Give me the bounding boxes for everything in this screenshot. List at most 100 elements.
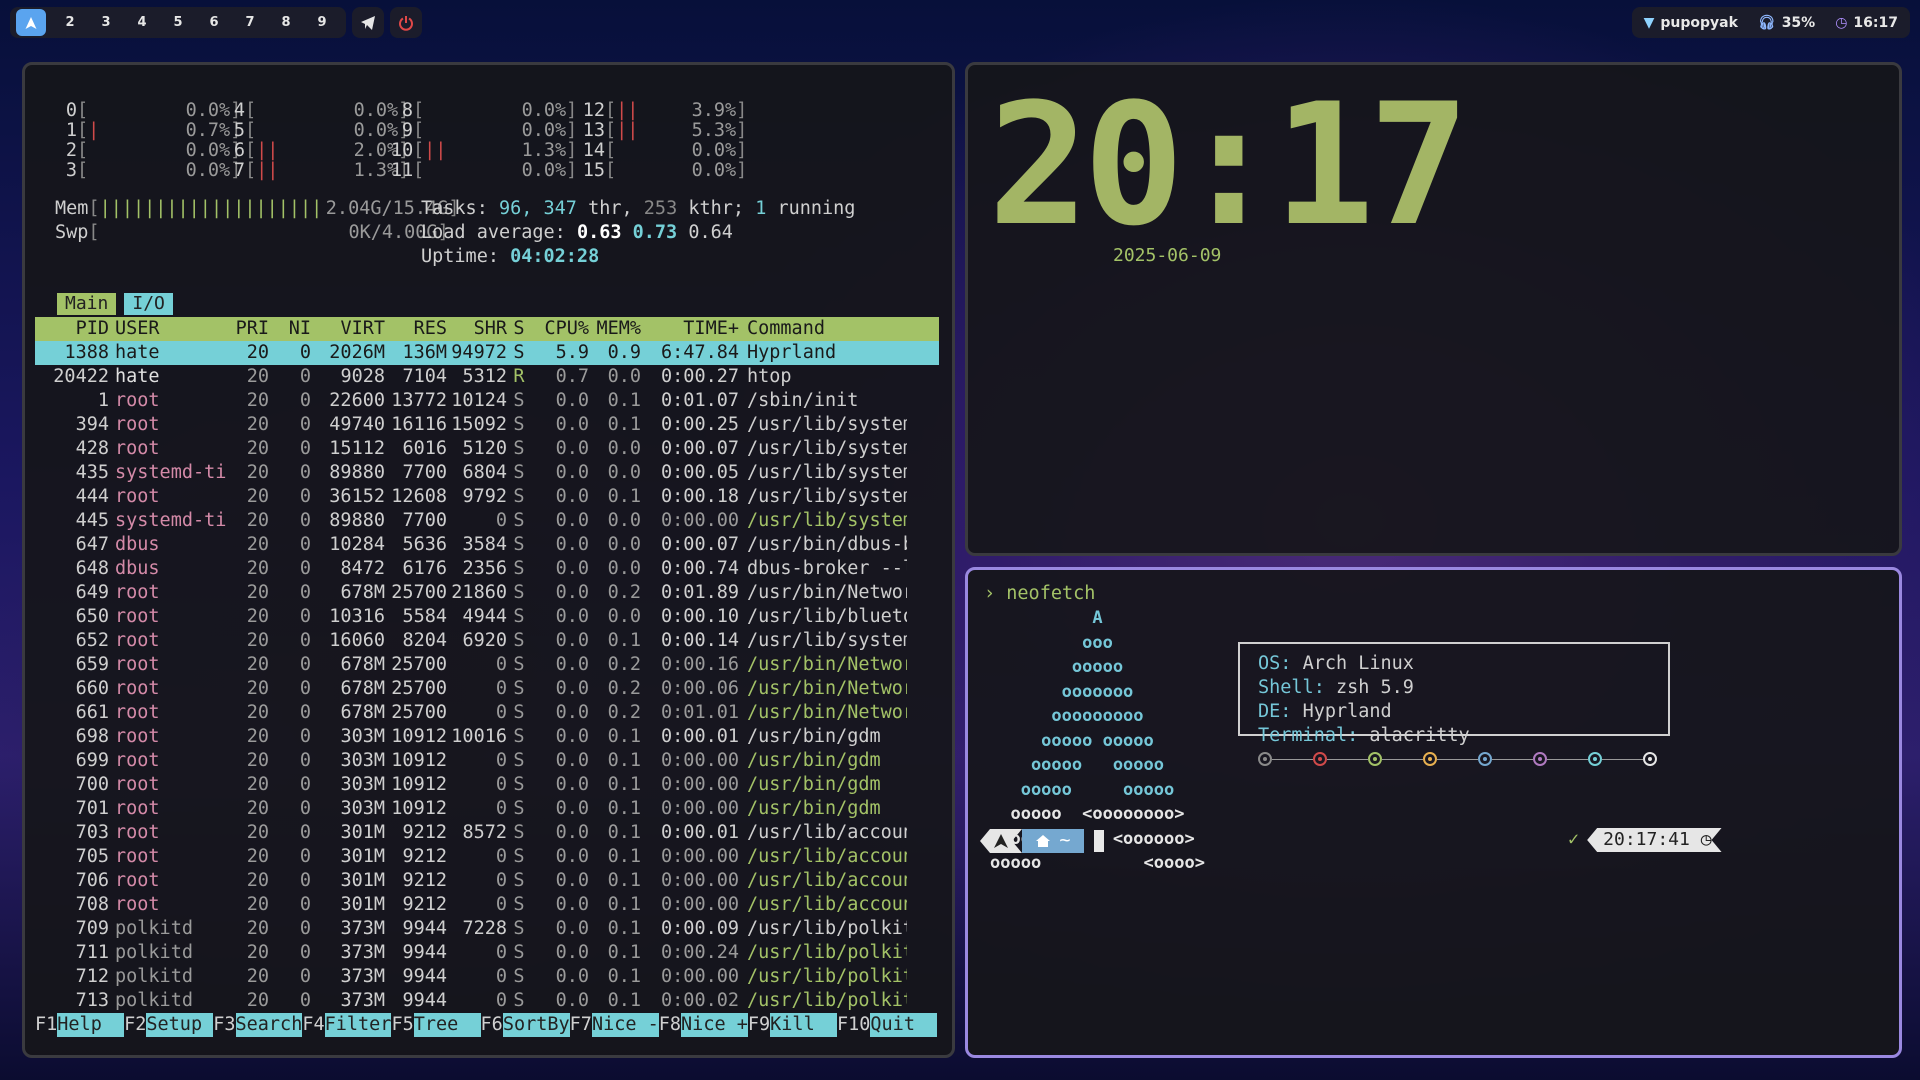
table-row[interactable]: 701 root 20 0 303M 10912 0 S 0.0 0.1 0:00.00/usr/b…: [35, 797, 907, 821]
table-row[interactable]: 709 polkitd 20 0 373M 9944 7228 S 0.0 0.1 0:00.09 /…: [35, 917, 907, 941]
workspace-4-button[interactable]: 4: [124, 9, 160, 36]
table-row[interactable]: 712 polkitd 20 0 373M 9944 0 S 0.0 0.1 0:00.00/usr…: [35, 965, 907, 989]
table-row[interactable]: 700 root 20 0 303M 10912 0 S 0.0 0.1 0:00.00/usr/b…: [35, 773, 907, 797]
table-row[interactable]: 444 root 20 0 36152 12608 9792 S 0.0 0.1 0:00.18/u…: [35, 485, 907, 509]
fkey-f2[interactable]: F2: [124, 1013, 146, 1037]
table-row[interactable]: 1 root 20 0 22600 13772 10124 S 0.0 0.1 0:01.07/sb…: [35, 389, 907, 413]
column-header-user[interactable]: USER: [109, 317, 235, 341]
fkey-f7[interactable]: F7: [570, 1013, 592, 1037]
table-row[interactable]: 660 root 20 0 678M 25700 0 S 0.0 0.2 0:00.06/usr/b…: [35, 677, 907, 701]
cell-cmd: /usr/lib/accoun: [747, 870, 907, 891]
cell-user: root: [115, 894, 160, 915]
fkey-label[interactable]: Nice -: [591, 1013, 659, 1037]
table-row[interactable]: 698 root 20 0 303M 10912 10016 S 0.0 0.1 0:00.01/u…: [35, 725, 907, 749]
table-row[interactable]: 661 root 20 0 678M 25700 0 S 0.0 0.2 0:01.01/usr/b…: [35, 701, 907, 725]
workspace-switcher: 23456789: [10, 7, 346, 38]
table-row[interactable]: 394 root 20 0 49740 16116 15092 S 0.0 0.1 0:00.25 /…: [35, 413, 907, 437]
workspace-1-button[interactable]: [16, 9, 46, 36]
column-header-virt[interactable]: VIRT: [311, 317, 385, 341]
process-table[interactable]: PID USER PRI NI VIRT RES SHR S CPU% MEM% TIME+ Comm…: [35, 317, 907, 1013]
table-row[interactable]: 20422 hate 20 0 9028 7104 5312 R 0.7 0.0 0:00.27 ht…: [35, 365, 907, 389]
tab-io[interactable]: I/O: [124, 293, 173, 315]
fkey-f9[interactable]: F9: [748, 1013, 770, 1037]
network-status[interactable]: ▼ pupopyak: [1644, 15, 1738, 31]
cpu-meter-4: 4[0.0%]: [223, 101, 409, 121]
cell-cmd: /usr/lib/system: [747, 486, 907, 507]
column-header-res[interactable]: RES: [385, 317, 447, 341]
table-row[interactable]: 706 root 20 0 301M 9212 0 S 0.0 0.1 0:00.00/usr/li…: [35, 869, 907, 893]
table-row[interactable]: 652 root 20 0 16060 8204 6920 S 0.0 0.1 0:00.14/us…: [35, 629, 907, 653]
cell-mem: 0.1: [607, 942, 641, 963]
column-header-mem[interactable]: MEM%: [589, 317, 641, 341]
column-header-cmd[interactable]: Command: [739, 317, 907, 341]
cell-pid: 698: [75, 726, 109, 747]
cell-cpu: 0.0: [555, 534, 589, 555]
fkey-label[interactable]: Search: [235, 1013, 303, 1037]
fkey-label[interactable]: Help: [57, 1013, 125, 1037]
fkey-label[interactable]: SortBy: [502, 1013, 570, 1037]
table-row[interactable]: 705 root 20 0 301M 9212 0 S 0.0 0.1 0:00.00/usr/li…: [35, 845, 907, 869]
fkey-label[interactable]: Filter: [324, 1013, 392, 1037]
table-row[interactable]: 713 polkitd 20 0 373M 9944 0 S 0.0 0.1 0:00.02/usr…: [35, 989, 907, 1013]
cell-virt: 678M: [340, 702, 385, 723]
fkey-label[interactable]: Tree: [413, 1013, 481, 1037]
headphone-battery[interactable]: 🎧︎ 35%: [1758, 15, 1815, 31]
fkey-label[interactable]: Setup: [146, 1013, 214, 1037]
column-header-pid[interactable]: PID: [35, 317, 109, 341]
workspace-2-button[interactable]: 2: [52, 9, 88, 36]
workspace-9-button[interactable]: 9: [304, 9, 340, 36]
workspace-7-button[interactable]: 7: [232, 9, 268, 36]
table-row[interactable]: 659 root 20 0 678M 25700 0 S 0.0 0.2 0:00.16/usr/b…: [35, 653, 907, 677]
cell-ni: 0: [299, 438, 311, 459]
tray-clock[interactable]: ◷ 16:17: [1835, 15, 1898, 31]
terminal-window[interactable]: › neofetch A ooo ooooo ooooooo ooooooooo…: [965, 567, 1902, 1058]
tab-main[interactable]: Main: [57, 293, 117, 315]
table-row[interactable]: 703 root 20 0 301M 9212 8572 S 0.0 0.1 0:00.01/usr…: [35, 821, 907, 845]
telegram-button[interactable]: [352, 7, 384, 38]
table-row[interactable]: 445 systemd-ti 20 0 89880 7700 0 S 0.0 0.0 0:00.00…: [35, 509, 907, 533]
fkey-f3[interactable]: F3: [213, 1013, 235, 1037]
fkey-label[interactable]: Kill: [770, 1013, 837, 1037]
fkey-label[interactable]: Quit: [870, 1013, 938, 1037]
cell-cmd: Hyprland: [747, 342, 837, 363]
cell-mem: 0.1: [607, 774, 641, 795]
cell-pid: 445: [75, 510, 109, 531]
table-row[interactable]: 650 root 20 0 10316 5584 4944 S 0.0 0.0 0:00.10/us…: [35, 605, 907, 629]
fkey-f5[interactable]: F5: [391, 1013, 413, 1037]
fkey-label[interactable]: Nice +: [681, 1013, 748, 1037]
cell-res: 5636: [402, 534, 447, 555]
table-row[interactable]: 708 root 20 0 301M 9212 0 S 0.0 0.1 0:00.00/usr/li…: [35, 893, 907, 917]
table-row[interactable]: 435 systemd-ti 20 0 89880 7700 6804 S 0.0 0.0 0:00…: [35, 461, 907, 485]
load-label: Load average:: [421, 222, 566, 243]
palette-dot: [1313, 752, 1327, 766]
fkey-f10[interactable]: F10: [837, 1013, 870, 1037]
htop-window[interactable]: 0[0.0%] 1[| 0.7%] 2[0.0%] 3[0.0%] 4[0.0%] 5[0.…: [22, 62, 955, 1058]
column-header-ni[interactable]: NI: [269, 317, 311, 341]
table-row[interactable]: 428 root 20 0 15112 6016 5120 S 0.0 0.0 0:00.07/us…: [35, 437, 907, 461]
fkey-f1[interactable]: F1: [35, 1013, 57, 1037]
workspace-6-button[interactable]: 6: [196, 9, 232, 36]
fkey-f6[interactable]: F6: [481, 1013, 503, 1037]
column-header-time[interactable]: TIME+: [641, 317, 739, 341]
table-row[interactable]: 1388 hate 20 0 2026M 136M 94972 S 5.9 0.9 6:47.84 H…: [35, 341, 907, 365]
fkey-f8[interactable]: F8: [659, 1013, 681, 1037]
clock-window[interactable]: 20:17 2025-06-09: [965, 62, 1902, 556]
column-header-s[interactable]: S: [507, 317, 531, 341]
cell-s: S: [513, 510, 525, 531]
fkey-f4[interactable]: F4: [302, 1013, 324, 1037]
workspace-5-button[interactable]: 5: [160, 9, 196, 36]
cell-pid: 706: [75, 870, 109, 891]
column-header-shr[interactable]: SHR: [447, 317, 507, 341]
table-row[interactable]: 699 root 20 0 303M 10912 0 S 0.0 0.1 0:00.00/usr/b…: [35, 749, 907, 773]
workspace-8-button[interactable]: 8: [268, 9, 304, 36]
power-button[interactable]: [390, 7, 422, 38]
table-row[interactable]: 649 root 20 0 678M 25700 21860 S 0.0 0.2 0:01.89/u…: [35, 581, 907, 605]
cell-user: root: [115, 630, 160, 651]
table-row[interactable]: 711 polkitd 20 0 373M 9944 0 S 0.0 0.1 0:00.24/usr…: [35, 941, 907, 965]
column-header-cpu[interactable]: CPU%: [531, 317, 589, 341]
cell-cpu: 0.0: [555, 918, 589, 939]
workspace-3-button[interactable]: 3: [88, 9, 124, 36]
table-row[interactable]: 647 dbus 20 0 10284 5636 3584 S 0.0 0.0 0:00.07/us…: [35, 533, 907, 557]
table-row[interactable]: 648 dbus 20 0 8472 6176 2356 S 0.0 0.0 0:00.74 dbus…: [35, 557, 907, 581]
column-header-pri[interactable]: PRI: [235, 317, 269, 341]
